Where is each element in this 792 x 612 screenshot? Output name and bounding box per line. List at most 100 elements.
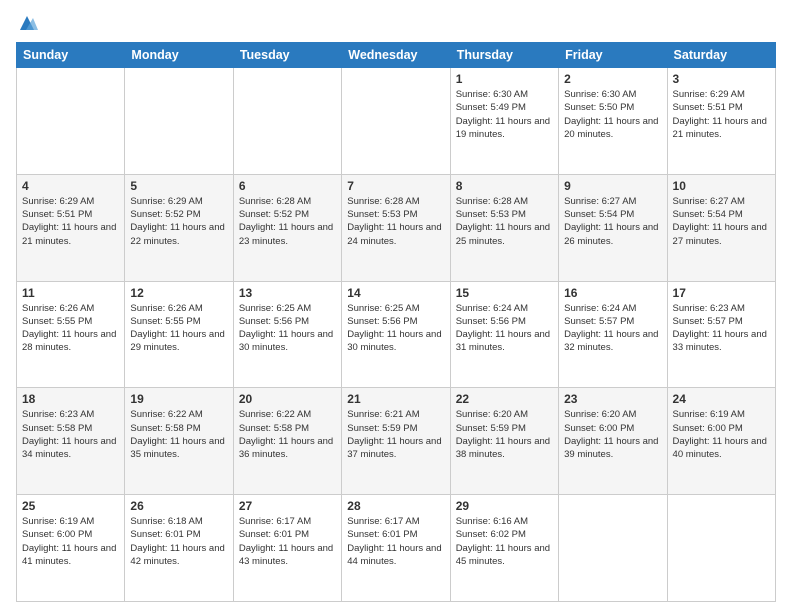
day-cell: [342, 68, 450, 175]
page: SundayMondayTuesdayWednesdayThursdayFrid…: [0, 0, 792, 612]
day-cell: 18 Sunrise: 6:23 AMSunset: 5:58 PMDayligh…: [17, 388, 125, 495]
day-number: 4: [22, 179, 119, 193]
day-cell: 5 Sunrise: 6:29 AMSunset: 5:52 PMDaylight…: [125, 174, 233, 281]
day-info: Sunrise: 6:29 AMSunset: 5:51 PMDaylight:…: [673, 88, 770, 141]
day-cell: 22 Sunrise: 6:20 AMSunset: 5:59 PMDayligh…: [450, 388, 558, 495]
logo: [16, 12, 42, 34]
day-cell: 15 Sunrise: 6:24 AMSunset: 5:56 PMDayligh…: [450, 281, 558, 388]
day-cell: 9 Sunrise: 6:27 AMSunset: 5:54 PMDaylight…: [559, 174, 667, 281]
day-cell: 21 Sunrise: 6:21 AMSunset: 5:59 PMDayligh…: [342, 388, 450, 495]
day-number: 28: [347, 499, 444, 513]
day-number: 20: [239, 392, 336, 406]
day-number: 11: [22, 286, 119, 300]
weekday-wednesday: Wednesday: [342, 43, 450, 68]
day-info: Sunrise: 6:26 AMSunset: 5:55 PMDaylight:…: [22, 302, 119, 355]
day-cell: 17Sunrise: 6:23 AMSunset: 5:57 PMDayligh…: [667, 281, 775, 388]
day-info: Sunrise: 6:29 AMSunset: 5:51 PMDaylight:…: [22, 195, 119, 248]
day-info: Sunrise: 6:16 AMSunset: 6:02 PMDaylight:…: [456, 515, 553, 568]
day-number: 27: [239, 499, 336, 513]
day-info: Sunrise: 6:29 AMSunset: 5:52 PMDaylight:…: [130, 195, 227, 248]
day-info: Sunrise: 6:23 AMSunset: 5:58 PMDaylight:…: [22, 408, 119, 461]
day-info: Sunrise: 6:22 AMSunset: 5:58 PMDaylight:…: [239, 408, 336, 461]
day-number: 24: [673, 392, 770, 406]
day-number: 12: [130, 286, 227, 300]
day-number: 22: [456, 392, 553, 406]
day-number: 19: [130, 392, 227, 406]
day-info: Sunrise: 6:28 AMSunset: 5:53 PMDaylight:…: [347, 195, 444, 248]
day-cell: 6 Sunrise: 6:28 AMSunset: 5:52 PMDaylight…: [233, 174, 341, 281]
day-number: 10: [673, 179, 770, 193]
day-number: 16: [564, 286, 661, 300]
day-number: 1: [456, 72, 553, 86]
week-row-2: 4 Sunrise: 6:29 AMSunset: 5:51 PMDaylight…: [17, 174, 776, 281]
calendar-table: SundayMondayTuesdayWednesdayThursdayFrid…: [16, 42, 776, 602]
day-cell: 11 Sunrise: 6:26 AMSunset: 5:55 PMDayligh…: [17, 281, 125, 388]
day-number: 23: [564, 392, 661, 406]
day-cell: [667, 495, 775, 602]
day-info: Sunrise: 6:25 AMSunset: 5:56 PMDaylight:…: [239, 302, 336, 355]
day-number: 5: [130, 179, 227, 193]
day-info: Sunrise: 6:20 AMSunset: 6:00 PMDaylight:…: [564, 408, 661, 461]
day-info: Sunrise: 6:24 AMSunset: 5:56 PMDaylight:…: [456, 302, 553, 355]
day-number: 9: [564, 179, 661, 193]
day-info: Sunrise: 6:18 AMSunset: 6:01 PMDaylight:…: [130, 515, 227, 568]
day-info: Sunrise: 6:19 AMSunset: 6:00 PMDaylight:…: [22, 515, 119, 568]
day-cell: 23 Sunrise: 6:20 AMSunset: 6:00 PMDayligh…: [559, 388, 667, 495]
day-cell: 16 Sunrise: 6:24 AMSunset: 5:57 PMDayligh…: [559, 281, 667, 388]
day-info: Sunrise: 6:22 AMSunset: 5:58 PMDaylight:…: [130, 408, 227, 461]
day-cell: 8Sunrise: 6:28 AMSunset: 5:53 PMDaylight…: [450, 174, 558, 281]
day-cell: 14 Sunrise: 6:25 AMSunset: 5:56 PMDayligh…: [342, 281, 450, 388]
week-row-5: 25 Sunrise: 6:19 AMSunset: 6:00 PMDayligh…: [17, 495, 776, 602]
day-number: 21: [347, 392, 444, 406]
day-number: 6: [239, 179, 336, 193]
week-row-4: 18 Sunrise: 6:23 AMSunset: 5:58 PMDayligh…: [17, 388, 776, 495]
day-info: Sunrise: 6:27 AMSunset: 5:54 PMDaylight:…: [564, 195, 661, 248]
day-info: Sunrise: 6:27 AMSunset: 5:54 PMDaylight:…: [673, 195, 770, 248]
day-number: 26: [130, 499, 227, 513]
weekday-saturday: Saturday: [667, 43, 775, 68]
day-cell: 10 Sunrise: 6:27 AMSunset: 5:54 PMDayligh…: [667, 174, 775, 281]
day-info: Sunrise: 6:20 AMSunset: 5:59 PMDaylight:…: [456, 408, 553, 461]
day-info: Sunrise: 6:21 AMSunset: 5:59 PMDaylight:…: [347, 408, 444, 461]
weekday-monday: Monday: [125, 43, 233, 68]
day-cell: 13 Sunrise: 6:25 AMSunset: 5:56 PMDayligh…: [233, 281, 341, 388]
day-info: Sunrise: 6:19 AMSunset: 6:00 PMDaylight:…: [673, 408, 770, 461]
day-cell: 26 Sunrise: 6:18 AMSunset: 6:01 PMDayligh…: [125, 495, 233, 602]
day-info: Sunrise: 6:25 AMSunset: 5:56 PMDaylight:…: [347, 302, 444, 355]
day-cell: 3 Sunrise: 6:29 AMSunset: 5:51 PMDaylight…: [667, 68, 775, 175]
day-cell: 24 Sunrise: 6:19 AMSunset: 6:00 PMDayligh…: [667, 388, 775, 495]
day-number: 14: [347, 286, 444, 300]
weekday-tuesday: Tuesday: [233, 43, 341, 68]
day-number: 15: [456, 286, 553, 300]
day-cell: [559, 495, 667, 602]
day-number: 25: [22, 499, 119, 513]
header: [16, 12, 776, 34]
day-number: 18: [22, 392, 119, 406]
day-number: 8: [456, 179, 553, 193]
week-row-1: 1 Sunrise: 6:30 AMSunset: 5:49 PMDaylight…: [17, 68, 776, 175]
day-cell: 4 Sunrise: 6:29 AMSunset: 5:51 PMDaylight…: [17, 174, 125, 281]
day-number: 29: [456, 499, 553, 513]
weekday-sunday: Sunday: [17, 43, 125, 68]
day-number: 7: [347, 179, 444, 193]
day-cell: 25 Sunrise: 6:19 AMSunset: 6:00 PMDayligh…: [17, 495, 125, 602]
day-number: 13: [239, 286, 336, 300]
day-info: Sunrise: 6:26 AMSunset: 5:55 PMDaylight:…: [130, 302, 227, 355]
weekday-friday: Friday: [559, 43, 667, 68]
week-row-3: 11 Sunrise: 6:26 AMSunset: 5:55 PMDayligh…: [17, 281, 776, 388]
day-number: 2: [564, 72, 661, 86]
day-info: Sunrise: 6:17 AMSunset: 6:01 PMDaylight:…: [347, 515, 444, 568]
day-info: Sunrise: 6:30 AMSunset: 5:50 PMDaylight:…: [564, 88, 661, 141]
day-cell: [125, 68, 233, 175]
day-cell: 1 Sunrise: 6:30 AMSunset: 5:49 PMDaylight…: [450, 68, 558, 175]
day-cell: 29 Sunrise: 6:16 AMSunset: 6:02 PMDayligh…: [450, 495, 558, 602]
day-cell: [233, 68, 341, 175]
day-info: Sunrise: 6:17 AMSunset: 6:01 PMDaylight:…: [239, 515, 336, 568]
day-info: Sunrise: 6:30 AMSunset: 5:49 PMDaylight:…: [456, 88, 553, 141]
day-cell: 27 Sunrise: 6:17 AMSunset: 6:01 PMDayligh…: [233, 495, 341, 602]
day-info: Sunrise: 6:24 AMSunset: 5:57 PMDaylight:…: [564, 302, 661, 355]
day-info: Sunrise: 6:28 AMSunset: 5:52 PMDaylight:…: [239, 195, 336, 248]
weekday-thursday: Thursday: [450, 43, 558, 68]
day-number: 17: [673, 286, 770, 300]
day-number: 3: [673, 72, 770, 86]
